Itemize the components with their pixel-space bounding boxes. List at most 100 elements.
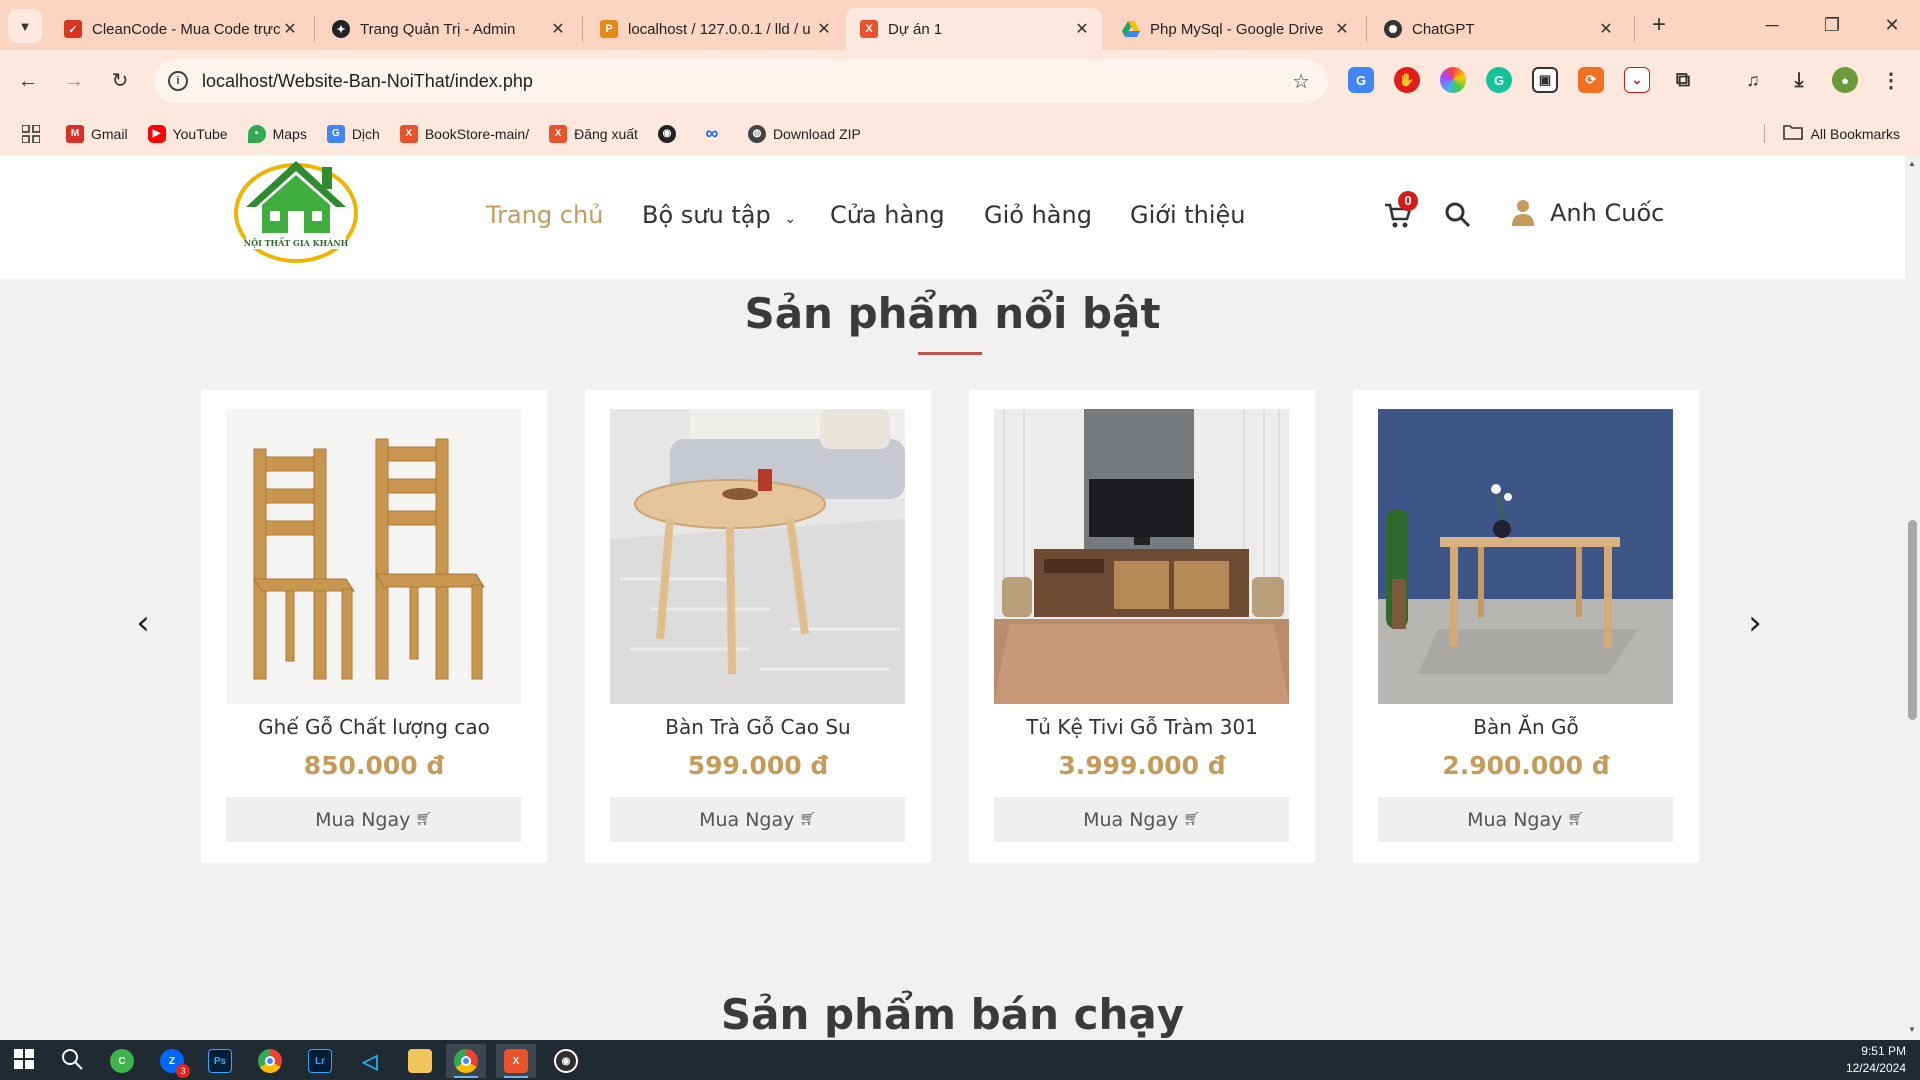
taskbar-photoshop[interactable]: Ps (200, 1044, 240, 1078)
user-account[interactable]: Anh Cuốc (1512, 199, 1664, 227)
buy-now-button[interactable]: Mua Ngay 🛒︎ (994, 797, 1289, 842)
site-logo[interactable]: NỘI THẤT GIA KHÁNH (232, 155, 360, 267)
site-info-icon[interactable]: i (168, 71, 188, 91)
bookmark-download-zip[interactable]: ◍ Download ZIP (747, 124, 861, 143)
bookmark-bookstore[interactable]: X BookStore-main/ (399, 124, 529, 143)
taskbar-zalo[interactable]: Z 3 (152, 1044, 192, 1078)
taskbar-chrome[interactable] (250, 1044, 290, 1078)
product-image-coffee-table[interactable] (610, 409, 905, 704)
product-name[interactable]: Bàn Trà Gỗ Cao Su (585, 715, 931, 739)
chrome-icon (258, 1049, 282, 1073)
nav-about[interactable]: Giới thiệu (1130, 201, 1246, 229)
back-button[interactable]: ← (10, 63, 46, 99)
tab-google-drive[interactable]: Php MySql - Google Drive ✕ (1108, 8, 1362, 50)
taskbar-obs[interactable]: ◉ (546, 1044, 586, 1078)
pocket-icon[interactable]: ⌄ (1624, 67, 1650, 93)
product-card[interactable]: Bàn Ăn Gỗ 2.900.000 đ Mua Ngay 🛒︎ (1353, 390, 1699, 863)
tab-search-button[interactable]: ▼ (8, 9, 42, 43)
bookmark-dang-xuat[interactable]: X Đăng xuất (549, 124, 638, 143)
carousel-next-button[interactable]: › (1740, 603, 1770, 643)
url-text[interactable]: localhost/Website-Ban-NoiThat/index.php (202, 71, 1292, 92)
media-control-icon[interactable]: ♫ (1740, 67, 1766, 93)
profile-avatar[interactable]: ● (1832, 67, 1858, 93)
close-icon[interactable]: ✕ (1596, 19, 1616, 39)
cart-icon: 🛒︎ (799, 812, 816, 827)
tab-admin[interactable]: ✦ Trang Quản Trị - Admin ✕ (318, 8, 578, 50)
all-bookmarks-label: All Bookmarks (1810, 125, 1900, 142)
start-button[interactable] (4, 1044, 44, 1078)
product-image-wooden-chairs[interactable] (226, 409, 521, 704)
taskbar-xampp[interactable]: X (496, 1044, 536, 1078)
forward-button[interactable]: → (56, 63, 92, 99)
taskbar-search-button[interactable] (52, 1044, 92, 1078)
xampp-icon: X (860, 20, 878, 38)
tab-du-an-1[interactable]: X Dự án 1 ✕ (846, 8, 1102, 50)
scroll-up-icon[interactable]: ▲ (1908, 159, 1916, 168)
product-image-tv-cabinet[interactable] (994, 409, 1289, 704)
taskbar-chrome-active[interactable] (446, 1044, 486, 1078)
sync-extension-icon[interactable]: ⟳ (1578, 67, 1604, 93)
buy-now-label: Mua Ngay (1467, 808, 1563, 831)
grammarly-icon[interactable]: G (1486, 67, 1512, 93)
product-name[interactable]: Bàn Ăn Gỗ (1353, 715, 1699, 739)
featured-section-title: Sản phẩm nổi bật (744, 289, 1161, 338)
bookmark-github[interactable]: ◉ (657, 124, 683, 143)
tab-chatgpt[interactable]: ✺ ChatGPT ✕ (1370, 8, 1626, 50)
taskbar-coccoc[interactable]: C (102, 1044, 142, 1078)
menu-kebab-icon[interactable]: ⋮ (1878, 67, 1904, 93)
taskbar-lightroom[interactable]: Lr (300, 1044, 340, 1078)
search-icon[interactable] (1444, 201, 1474, 231)
tab-cleancode[interactable]: ✓ CleanCode - Mua Code trực ✕ (50, 8, 310, 50)
product-card[interactable]: Ghế Gỗ Chất lượng cao 850.000 đ Mua Ngay… (201, 390, 547, 863)
minimize-button[interactable]: ─ (1752, 8, 1792, 42)
product-name[interactable]: Tủ Kệ Tivi Gỗ Tràm 301 (969, 715, 1315, 739)
bookmark-star-icon[interactable]: ☆ (1292, 69, 1310, 94)
carousel-prev-button[interactable]: ‹ (128, 603, 158, 643)
nav-collection[interactable]: Bộ sưu tập ⌄ (642, 201, 796, 229)
adblock-icon[interactable]: ✋ (1394, 67, 1420, 93)
close-icon[interactable]: ✕ (1332, 19, 1352, 39)
extensions-icon[interactable]: ⧉ (1670, 67, 1696, 93)
close-icon[interactable]: ✕ (1072, 19, 1092, 39)
page-scrollbar[interactable]: ▲ ▼ (1905, 155, 1920, 1040)
restore-button[interactable]: ❐ (1812, 8, 1852, 42)
address-bar[interactable]: i localhost/Website-Ban-NoiThat/index.ph… (154, 59, 1328, 103)
close-window-button[interactable]: ✕ (1872, 8, 1912, 42)
bestseller-section-title: Sản phẩm bán chạy (720, 990, 1185, 1039)
close-icon[interactable]: ✕ (814, 19, 834, 39)
google-translate-icon[interactable]: G (1348, 67, 1374, 93)
buy-now-button[interactable]: Mua Ngay 🛒︎ (1378, 797, 1673, 842)
bookmark-youtube[interactable]: ▶ YouTube (147, 124, 228, 143)
nav-home[interactable]: Trang chủ (486, 201, 603, 229)
new-tab-button[interactable]: + (1644, 10, 1674, 40)
scroll-down-icon[interactable]: ▼ (1908, 1025, 1916, 1034)
bookmark-gmail[interactable]: M Gmail (66, 124, 128, 143)
buy-now-button[interactable]: Mua Ngay 🛒︎ (610, 797, 905, 842)
nav-shop[interactable]: Cửa hàng (830, 201, 945, 229)
bookmark-label: Đăng xuất (574, 125, 638, 142)
image-icon[interactable]: ▣ (1532, 67, 1558, 93)
taskbar-vscode[interactable]: ◁ (350, 1044, 390, 1078)
browser-toolbar: ← → ↻ i localhost/Website-Ban-NoiThat/in… (0, 50, 1920, 112)
product-name[interactable]: Ghế Gỗ Chất lượng cao (201, 715, 547, 739)
system-clock[interactable]: 9:51 PM 12/24/2024 (1846, 1043, 1906, 1077)
close-icon[interactable]: ✕ (548, 19, 568, 39)
close-icon[interactable]: ✕ (280, 19, 300, 39)
bookmark-meta[interactable]: ∞ (703, 123, 728, 143)
taskbar-file-explorer[interactable] (400, 1044, 440, 1078)
bookmark-translate[interactable]: G Dịch (326, 124, 380, 143)
nav-cart[interactable]: Giỏ hàng (984, 201, 1092, 229)
product-image-dining-table[interactable] (1378, 409, 1673, 704)
bookmark-maps[interactable]: • Maps (247, 124, 307, 143)
product-card[interactable]: Bàn Trà Gỗ Cao Su 599.000 đ Mua Ngay 🛒︎ (585, 390, 931, 863)
tab-phpmyadmin[interactable]: P localhost / 127.0.0.1 / lld / u ✕ (586, 8, 844, 50)
product-card[interactable]: Tủ Kệ Tivi Gỗ Tràm 301 3.999.000 đ Mua N… (969, 390, 1315, 863)
apps-icon[interactable] (22, 124, 40, 143)
color-picker-icon[interactable] (1440, 67, 1466, 93)
scrollbar-thumb[interactable] (1908, 520, 1917, 720)
cart-button[interactable]: 0 (1384, 191, 1418, 236)
buy-now-button[interactable]: Mua Ngay 🛒︎ (226, 797, 521, 842)
reload-button[interactable]: ↻ (102, 63, 138, 99)
download-icon[interactable]: ⤓ (1786, 67, 1812, 93)
all-bookmarks-button[interactable]: All Bookmarks (1763, 124, 1900, 143)
